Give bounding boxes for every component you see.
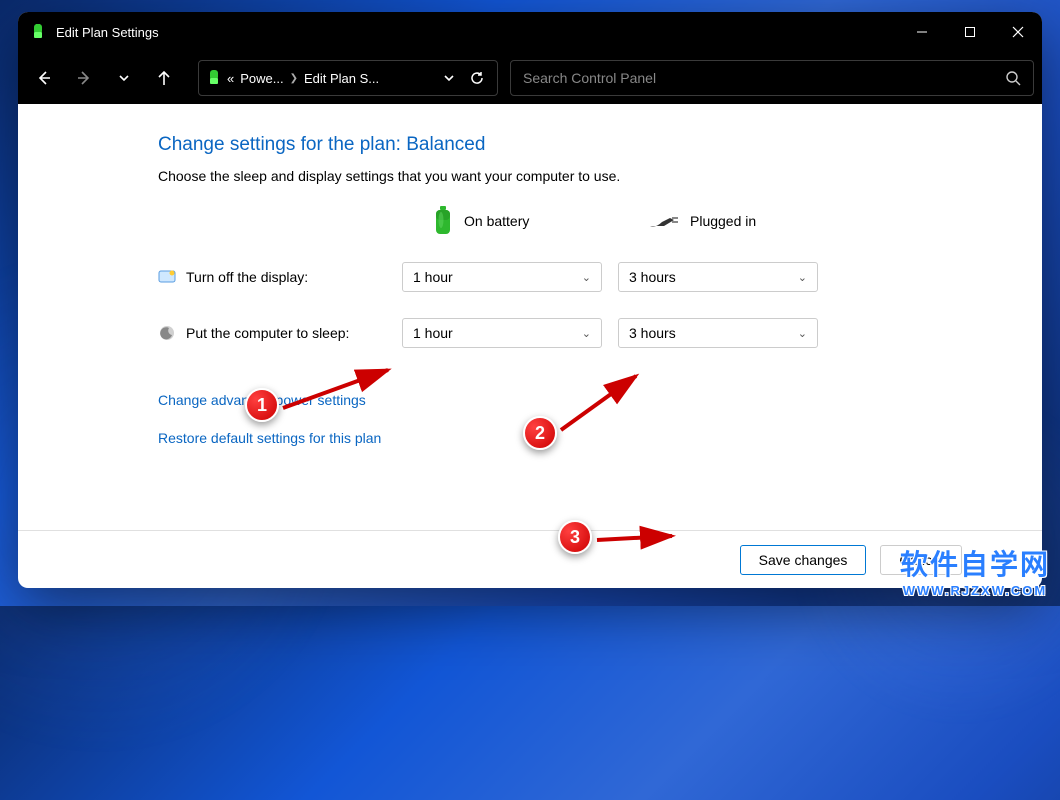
nav-back-button[interactable] — [26, 60, 62, 96]
window: Edit Plan Settings — [18, 12, 1042, 588]
dropdown-sleep-battery[interactable]: 1 hour ⌄ — [402, 318, 602, 348]
maximize-button[interactable] — [946, 12, 994, 52]
search-input[interactable] — [523, 70, 1005, 86]
nav-up-button[interactable] — [146, 60, 182, 96]
plug-icon — [648, 212, 680, 230]
breadcrumb-dropdown-button[interactable] — [439, 72, 459, 84]
breadcrumb-prefix: « — [227, 71, 234, 86]
dropdown-sleep-plugged[interactable]: 3 hours ⌄ — [618, 318, 818, 348]
titlebar: Edit Plan Settings — [18, 12, 1042, 52]
row-display-label: Turn off the display: — [158, 268, 386, 286]
search-icon — [1005, 70, 1021, 86]
col-header-battery-label: On battery — [464, 213, 529, 229]
save-button[interactable]: Save changes — [740, 545, 867, 575]
annotation-arrow-1 — [278, 362, 398, 416]
chevron-right-icon: ❯ — [290, 73, 298, 84]
col-header-battery: On battery — [402, 206, 602, 236]
annotation-1: 1 — [245, 388, 279, 422]
footer: Save changes Cancel — [18, 530, 1042, 588]
dropdown-display-plugged-value: 3 hours — [629, 269, 676, 285]
nav-forward-button[interactable] — [66, 60, 102, 96]
chevron-down-icon: ⌄ — [582, 271, 591, 284]
col-header-plugged-label: Plugged in — [690, 213, 756, 229]
app-icon — [30, 24, 46, 40]
dropdown-display-battery-value: 1 hour — [413, 269, 453, 285]
dropdown-display-plugged[interactable]: 3 hours ⌄ — [618, 262, 818, 292]
close-button[interactable] — [994, 12, 1042, 52]
nav-history-button[interactable] — [106, 60, 142, 96]
content: Change settings for the plan: Balanced C… — [18, 104, 1042, 530]
minimize-button[interactable] — [898, 12, 946, 52]
navbar: « Powe... ❯ Edit Plan S... — [18, 52, 1042, 104]
watermark: 软件自学网 WWW.RJZXW.COM — [900, 543, 1050, 598]
search-box[interactable] — [510, 60, 1034, 96]
annotation-2: 2 — [523, 416, 557, 450]
dropdown-sleep-battery-value: 1 hour — [413, 325, 453, 341]
chevron-down-icon: ⌄ — [798, 327, 807, 340]
row-sleep-label: Put the computer to sleep: — [158, 324, 386, 342]
dropdown-display-battery[interactable]: 1 hour ⌄ — [402, 262, 602, 292]
page-desc: Choose the sleep and display settings th… — [158, 168, 1042, 184]
refresh-button[interactable] — [465, 70, 489, 86]
watermark-line1: 软件自学网 — [900, 543, 1050, 583]
window-title: Edit Plan Settings — [56, 25, 159, 40]
watermark-line2: WWW.RJZXW.COM — [900, 583, 1050, 598]
chevron-down-icon: ⌄ — [582, 327, 591, 340]
settings-grid: On battery Plugged in — [158, 206, 1042, 348]
breadcrumb[interactable]: « Powe... ❯ Edit Plan S... — [198, 60, 498, 96]
battery-icon — [432, 206, 454, 236]
breadcrumb-icon — [207, 70, 221, 86]
breadcrumb-item-0[interactable]: Powe... — [240, 71, 283, 86]
display-icon — [158, 268, 176, 286]
annotation-arrow-2 — [556, 368, 646, 438]
breadcrumb-item-1[interactable]: Edit Plan S... — [304, 71, 379, 86]
annotation-arrow-3 — [592, 522, 682, 552]
annotation-3: 3 — [558, 520, 592, 554]
sleep-icon — [158, 324, 176, 342]
dropdown-sleep-plugged-value: 3 hours — [629, 325, 676, 341]
col-header-plugged: Plugged in — [618, 212, 818, 230]
page-title: Change settings for the plan: Balanced — [158, 134, 1042, 156]
chevron-down-icon: ⌄ — [798, 271, 807, 284]
